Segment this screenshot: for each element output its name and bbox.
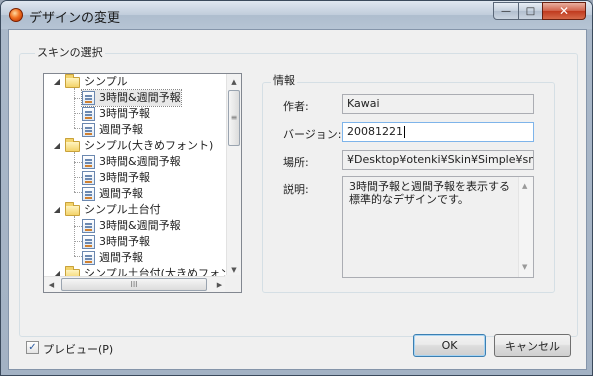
folder-icon [65, 74, 80, 88]
skin-select-group-label: スキンの選択 [35, 44, 105, 60]
collapse-triangle-icon[interactable]: ◢ [52, 141, 62, 151]
tree-item-label: 3時間&週間予報 [99, 91, 181, 104]
scrollbar-corner [225, 275, 241, 292]
location-label: 場所: [283, 156, 309, 169]
app-icon [9, 8, 23, 22]
folder-icon [65, 137, 80, 152]
folder-icon [65, 201, 80, 216]
skin-tree[interactable]: ◢ シンプル 3時間&週間予報 3時間予報 週間予報 ◢ シンプル(大きめフォン… [43, 73, 242, 293]
tree-connector [74, 88, 75, 128]
text-caret [404, 126, 405, 138]
tree-item-label: 3時間&週間予報 [99, 219, 181, 232]
scroll-up-arrow-icon[interactable]: ▲ [227, 74, 241, 89]
tree-item-label: 3時間予報 [99, 107, 150, 120]
tree-connector [74, 216, 75, 256]
tree-folder-simple-base[interactable]: ◢ シンプル土台付 [52, 201, 161, 218]
dialog-client-area: スキンの選択 ◢ シンプル 3時間&週間予報 3時間予報 週間予報 ◢ シンプル… [8, 29, 587, 370]
maximize-icon: □ [525, 5, 536, 17]
description-label: 説明: [283, 183, 309, 196]
tree-folder-simple-large-font[interactable]: ◢ シンプル(大きめフォント) [52, 137, 214, 154]
tree-item-label: 週間予報 [99, 123, 143, 136]
location-field: ¥Desktop¥otenki¥Skin¥Simple¥small.ini [342, 150, 534, 170]
tree-folder-simple[interactable]: ◢ シンプル [52, 74, 128, 90]
close-button[interactable]: ✕ [542, 2, 586, 20]
preview-checkbox[interactable]: ✓ [26, 341, 39, 354]
author-field: Kawai [342, 94, 534, 114]
tree-item-skin[interactable]: 3時間予報 [82, 170, 150, 186]
tree-item-label: シンプル土台付 [84, 203, 161, 216]
tree-item-label: 週間予報 [99, 187, 143, 200]
dialog-window: デザインの変更 — □ ✕ スキンの選択 ◢ シンプル 3時間&週間予報 3時間… [0, 0, 593, 376]
tree-item-skin[interactable]: 3時間&週間予報 [82, 154, 181, 170]
cancel-button[interactable]: キャンセル [494, 334, 571, 357]
tree-item-skin[interactable]: 週間予報 [82, 186, 143, 202]
skin-file-icon [82, 123, 95, 137]
minimize-button[interactable]: — [493, 2, 519, 20]
skin-file-icon [82, 171, 95, 185]
tree-item-label: シンプル [84, 75, 128, 88]
scroll-thumb[interactable]: III [61, 278, 207, 291]
tree-item-label: 3時間&週間予報 [99, 155, 181, 168]
tree-item-label: 週間予報 [99, 251, 143, 264]
window-title: デザインの変更 [29, 11, 121, 26]
preview-checkbox-label[interactable]: プレビュー(P) [43, 341, 113, 357]
info-group-label: 情報 [271, 72, 297, 88]
tree-item-skin[interactable]: 3時間&週間予報 [82, 218, 181, 234]
tree-vertical-scrollbar[interactable]: ▲ ≡ ▼ [226, 74, 241, 277]
scroll-down-arrow-icon[interactable]: ▼ [522, 261, 527, 274]
tree-connector [74, 152, 75, 192]
scroll-left-arrow-icon[interactable]: ◀ [44, 277, 59, 292]
description-text: 3時間予報と週間予報を表示する標準的なデザインです。 [349, 180, 510, 206]
scroll-thumb[interactable]: ≡ [228, 90, 240, 146]
ok-button[interactable]: OK [413, 334, 486, 357]
description-field: 3時間予報と週間予報を表示する標準的なデザインです。 ▲ ▼ [342, 176, 534, 278]
skin-file-icon [82, 235, 95, 249]
skin-file-icon [82, 91, 95, 105]
tree-item-skin[interactable]: 3時間予報 [82, 234, 150, 250]
collapse-triangle-icon[interactable]: ◢ [52, 77, 62, 87]
skin-file-icon [82, 107, 95, 121]
skin-file-icon [82, 219, 95, 233]
tree-horizontal-scrollbar[interactable]: ◀ III ▶ [44, 276, 227, 292]
tree-item-label: シンプル(大きめフォント) [84, 139, 214, 152]
minimize-icon: — [501, 5, 511, 17]
close-icon: ✕ [558, 4, 570, 18]
collapse-triangle-icon[interactable]: ◢ [52, 205, 62, 215]
maximize-button[interactable]: □ [518, 2, 543, 20]
version-value: 20081221 [347, 125, 403, 138]
tree-item-label: 3時間予報 [99, 235, 150, 248]
tree-item-label: 3時間予報 [99, 171, 150, 184]
author-label: 作者: [283, 100, 309, 113]
tree-item-skin[interactable]: 3時間&週間予報 [81, 89, 182, 107]
scroll-up-arrow-icon[interactable]: ▲ [522, 180, 527, 193]
version-label: バージョン: [283, 128, 342, 141]
tree-item-skin[interactable]: 3時間予報 [82, 106, 150, 122]
tree-item-skin[interactable]: 週間予報 [82, 250, 143, 266]
description-scrollbar[interactable]: ▲ ▼ [518, 177, 533, 277]
skin-file-icon [82, 187, 95, 201]
tree-item-skin[interactable]: 週間予報 [82, 122, 143, 138]
skin-file-icon [82, 251, 95, 265]
skin-file-icon [82, 155, 95, 169]
title-bar[interactable]: デザインの変更 — □ ✕ [1, 1, 592, 29]
version-field[interactable]: 20081221 [342, 122, 534, 142]
